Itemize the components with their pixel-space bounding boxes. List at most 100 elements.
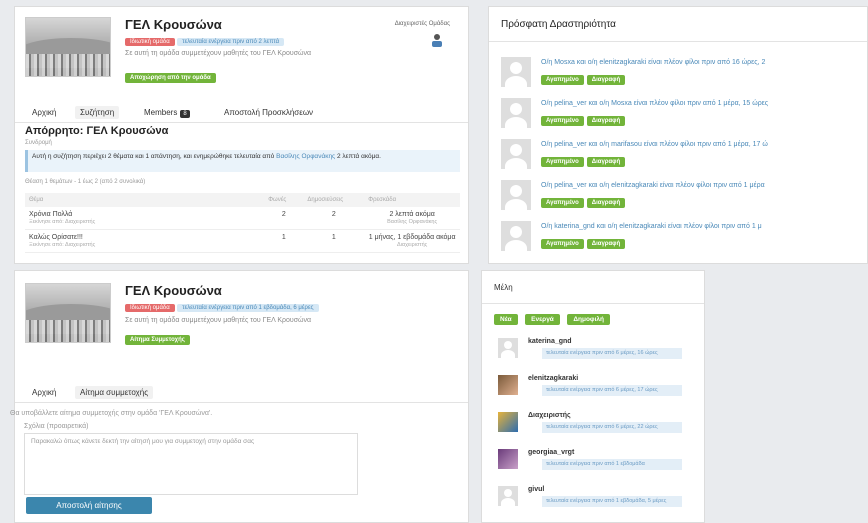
delete-button[interactable]: Διαγραφή bbox=[586, 239, 626, 249]
activity-text: Ο/η Mosxa και ο/η elenitzagkaraki είναι … bbox=[541, 59, 766, 66]
freshness-user[interactable]: Βασίλης Ορφανάκης bbox=[368, 219, 456, 226]
request-membership-wrap: Αίτημα Συμμετοχής bbox=[125, 333, 190, 345]
members-divider bbox=[482, 303, 704, 304]
filter-active[interactable]: Ενεργά bbox=[525, 314, 560, 325]
members-title: Μέλη bbox=[494, 283, 513, 292]
member-name[interactable]: georgiaa_vrgt bbox=[528, 449, 574, 456]
favorite-button[interactable]: Αγαπημένο bbox=[541, 116, 584, 126]
avatar[interactable] bbox=[501, 98, 531, 128]
avatar[interactable] bbox=[498, 412, 518, 432]
last-activity-badge: τελευταία ενέργεια πριν από 1 εβδομάδα, … bbox=[177, 304, 319, 312]
activity-text: Ο/η pelina_ver και ο/η marifasou είναι π… bbox=[541, 141, 768, 148]
filter-newest[interactable]: Νέα bbox=[494, 314, 518, 325]
activity-item: Ο/η Mosxa και ο/η elenitzagkaraki είναι … bbox=[501, 57, 867, 91]
member-name[interactable]: elenitzagkaraki bbox=[528, 375, 578, 382]
leave-group-wrap: Αποχώρηση από την ομάδα bbox=[125, 71, 216, 83]
activity-text: Ο/η pelina_ver και ο/η elenitzagkaraki ε… bbox=[541, 182, 765, 189]
admin-avatar-icon[interactable] bbox=[430, 33, 444, 47]
member-name[interactable]: katerina_gnd bbox=[528, 338, 572, 345]
forum-info-notice: Αυτή η συζήτηση περιέχει 2 θέματα και 1 … bbox=[25, 150, 460, 172]
member-last-active: τελευταία ενέργεια πριν από 6 μέρες, 22 … bbox=[542, 422, 682, 433]
delete-button[interactable]: Διαγραφή bbox=[586, 198, 626, 208]
activity-item: Ο/η pelina_ver και ο/η Mosxa είναι πλέον… bbox=[501, 98, 867, 132]
avatar[interactable] bbox=[501, 180, 531, 210]
viewing-count: Θέαση 1 θεμάτων - 1 έως 2 (από 2 συνολικ… bbox=[25, 179, 146, 185]
favorite-button[interactable]: Αγαπημένο bbox=[541, 75, 584, 85]
topic-freshness[interactable]: 2 λεπτά ακόμα bbox=[389, 211, 434, 218]
table-row: Χρόνια Πολλά Ξεκίνησε από: Διαχειριστής 2… bbox=[25, 207, 460, 231]
tab-home[interactable]: Αρχική bbox=[27, 386, 61, 399]
group-cover-image[interactable] bbox=[25, 17, 111, 77]
last-activity-badge: τελευταία ενέργεια πριν από 2 λεπτά bbox=[177, 38, 285, 46]
topic-link[interactable]: Χρόνια Πολλά bbox=[29, 211, 72, 218]
topic-posts: 2 bbox=[303, 207, 365, 231]
comments-label: Σχόλια (προαιρετικά) bbox=[24, 423, 89, 430]
group-admins-label: Διαχειριστές Ομάδας bbox=[394, 21, 450, 27]
col-posts: Δημοσιεύσεις bbox=[303, 193, 365, 207]
avatar[interactable] bbox=[498, 375, 518, 395]
group-description: Σε αυτή τη ομάδα συμμετέχουν μαθητές του… bbox=[125, 317, 312, 324]
comments-textarea[interactable]: Παρακαλώ όπως κάνετε δεκτή την αίτησή μο… bbox=[24, 433, 358, 495]
tab-send-invites[interactable]: Αποστολή Προσκλήσεων bbox=[219, 106, 318, 119]
member-last-active: τελευταία ενέργεια πριν από 6 μέρες, 17 … bbox=[542, 385, 682, 396]
forum-title: Απόρρητο: ΓΕΛ Κρουσώνα bbox=[25, 125, 169, 137]
group-tabs: Αρχική Συζήτηση Members 8 Αποστολή Προσκλ… bbox=[15, 101, 468, 123]
group-description: Σε αυτή τη ομάδα συμμετέχουν μαθητές του… bbox=[125, 50, 312, 57]
request-membership-button[interactable]: Αίτημα Συμμετοχής bbox=[125, 335, 190, 345]
tab-membership-request[interactable]: Αίτημα συμμετοχής bbox=[75, 386, 154, 399]
delete-button[interactable]: Διαγραφή bbox=[586, 116, 626, 126]
list-item: givul τελευταία ενέργεια πριν από 1 εβδο… bbox=[498, 486, 698, 520]
tab-home[interactable]: Αρχική bbox=[27, 106, 61, 119]
avatar[interactable] bbox=[501, 139, 531, 169]
group-title: ΓΕΛ Κρουσώνα bbox=[125, 17, 222, 32]
topic-author: Ξεκίνησε από: Διαχειριστής bbox=[29, 242, 96, 249]
activity-text: Ο/η katerina_gnd και ο/η elenitzagkaraki… bbox=[541, 223, 762, 230]
members-filters: Νέα Ενεργά Δημοφιλή bbox=[494, 313, 615, 325]
members-count-badge: 8 bbox=[180, 110, 190, 118]
notice-time: 2 λεπτά ακόμα. bbox=[337, 153, 381, 160]
filter-popular[interactable]: Δημοφιλή bbox=[567, 314, 610, 325]
avatar[interactable] bbox=[501, 57, 531, 87]
topics-table: Θέμα Φωνές Δημοσιεύσεις Φρεσκάδα Χρόνια … bbox=[25, 193, 460, 254]
member-last-active: τελευταία ενέργεια πριν από 1 εβδομάδα, … bbox=[542, 496, 682, 507]
privacy-badge: Ιδιωτική ομάδα bbox=[125, 304, 175, 312]
privacy-badge: Ιδιωτική ομάδα bbox=[125, 38, 175, 46]
tab-members-label: Members bbox=[144, 108, 178, 117]
leave-group-button[interactable]: Αποχώρηση από την ομάδα bbox=[125, 73, 216, 83]
table-header-row: Θέμα Φωνές Δημοσιεύσεις Φρεσκάδα bbox=[25, 193, 460, 207]
activity-divider bbox=[489, 41, 867, 42]
favorite-button[interactable]: Αγαπημένο bbox=[541, 198, 584, 208]
topic-freshness[interactable]: 1 μήνας, 1 εβδομάδα ακόμα bbox=[369, 234, 456, 241]
subscribe-link[interactable]: Συνδρομή bbox=[25, 140, 52, 146]
group-badges: Ιδιωτική ομάδα τελευταία ενέργεια πριν α… bbox=[125, 35, 285, 46]
members-widget: Μέλη Νέα Ενεργά Δημοφιλή katerina_gnd τε… bbox=[481, 270, 705, 523]
member-name[interactable]: givul bbox=[528, 486, 544, 493]
avatar[interactable] bbox=[498, 338, 518, 358]
member-last-active: τελευταία ενέργεια πριν από 6 μέρες, 16 … bbox=[542, 348, 682, 359]
delete-button[interactable]: Διαγραφή bbox=[586, 75, 626, 85]
activity-actions: Αγαπημένο Διαγραφή bbox=[541, 73, 628, 85]
tab-members[interactable]: Members 8 bbox=[139, 106, 195, 119]
list-item: georgiaa_vrgt τελευταία ενέργεια πριν απ… bbox=[498, 449, 698, 483]
col-freshness: Φρεσκάδα bbox=[364, 193, 460, 207]
avatar[interactable] bbox=[498, 486, 518, 506]
activity-actions: Αγαπημένο Διαγραφή bbox=[541, 114, 628, 126]
topic-link[interactable]: Καλώς Ορίσατε!!! bbox=[29, 234, 83, 241]
notice-user-link[interactable]: Βασίλης Ορφανάκης bbox=[276, 153, 335, 160]
send-request-button[interactable]: Αποστολή αίτησης bbox=[26, 497, 152, 514]
topic-posts: 1 bbox=[303, 229, 365, 254]
favorite-button[interactable]: Αγαπημένο bbox=[541, 239, 584, 249]
delete-button[interactable]: Διαγραφή bbox=[586, 157, 626, 167]
avatar[interactable] bbox=[498, 449, 518, 469]
favorite-button[interactable]: Αγαπημένο bbox=[541, 157, 584, 167]
activity-actions: Αγαπημένο Διαγραφή bbox=[541, 237, 628, 249]
freshness-user[interactable]: Διαχειριστής bbox=[368, 242, 456, 249]
activity-text: Ο/η pelina_ver και ο/η Mosxa είναι πλέον… bbox=[541, 100, 769, 107]
avatar[interactable] bbox=[501, 221, 531, 251]
tab-discussion[interactable]: Συζήτηση bbox=[75, 106, 120, 119]
topic-author: Ξεκίνησε από: Διαχειριστής bbox=[29, 219, 96, 226]
activity-item: Ο/η pelina_ver και ο/η elenitzagkaraki ε… bbox=[501, 180, 867, 214]
list-item: elenitzagkaraki τελευταία ενέργεια πριν … bbox=[498, 375, 698, 409]
member-name[interactable]: Διαχειριστής bbox=[528, 412, 571, 419]
group-cover-image[interactable] bbox=[25, 283, 111, 343]
